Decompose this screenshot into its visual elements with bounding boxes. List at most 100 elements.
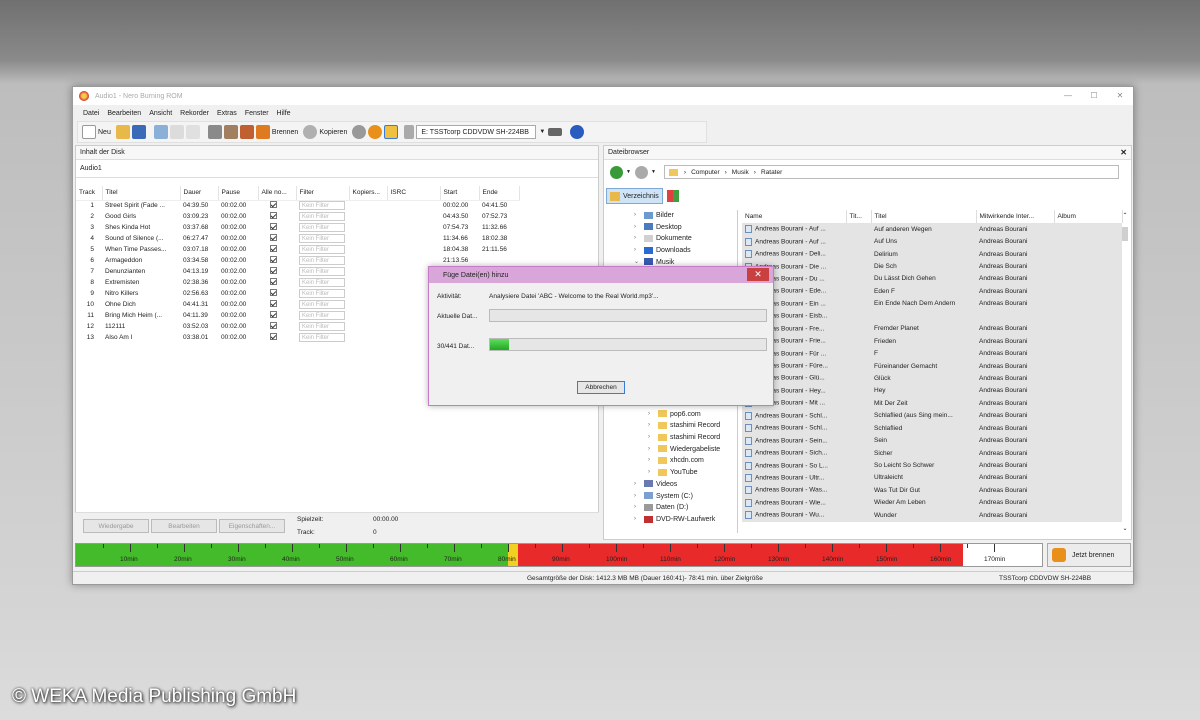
file-row[interactable]: Andreas Bourani - Sich... Sicher Andreas B… xyxy=(742,446,1122,460)
filter-input[interactable]: Kein Filter xyxy=(299,201,345,211)
file-row[interactable]: Andreas Bourani - Sein... Sein Andreas Bou… xyxy=(742,434,1122,447)
burn-button[interactable]: Brennen xyxy=(255,123,300,141)
chevron-down-icon[interactable]: ▼ xyxy=(539,129,545,135)
track-row[interactable]: 1 Street Spirit (Fade ... 04:39.50 00:02.00… xyxy=(76,200,519,211)
collapsed-icon[interactable]: › xyxy=(648,409,650,421)
collapsed-icon[interactable]: › xyxy=(648,467,650,479)
file-row[interactable]: Andreas Bourani - Deli... Delirium Andreas… xyxy=(742,247,1122,261)
checkbox[interactable] xyxy=(270,223,277,230)
checkbox[interactable] xyxy=(270,289,277,296)
file-row[interactable]: Andreas Bourani - Ultr... Ultraleicht Andr… xyxy=(742,471,1122,485)
tree-item[interactable]: › xhcdn.com xyxy=(606,455,737,467)
info-icon[interactable] xyxy=(570,125,585,139)
checkbox[interactable] xyxy=(270,278,277,285)
tree-item[interactable]: › Daten (D:) xyxy=(606,502,737,514)
checkbox[interactable] xyxy=(270,311,277,318)
menu-ansicht[interactable]: Ansicht xyxy=(149,107,172,121)
filter-input[interactable]: Kein Filter xyxy=(299,212,345,221)
open-icon[interactable] xyxy=(115,125,130,139)
minimize-icon[interactable]: — xyxy=(1055,87,1081,103)
close-icon[interactable]: ✕ xyxy=(1107,87,1133,103)
checkbox[interactable] xyxy=(270,267,277,274)
path-field[interactable]: › Computer › Musik › Ratater xyxy=(663,165,1119,179)
file-row[interactable]: Andreas Bourani - Mit ... Mit Der Zeit And… xyxy=(742,397,1122,410)
file-row[interactable]: Andreas Bourani - Du ... Du Lässt Dich Ge… xyxy=(742,272,1122,286)
collapsed-icon[interactable]: › xyxy=(634,245,636,257)
dialog-close-icon[interactable]: ✕ xyxy=(747,268,769,281)
file-list-scrollbar[interactable]: ⌃ ⌄ xyxy=(1121,212,1129,532)
filter-input[interactable]: Kein Filter xyxy=(299,278,345,287)
tree-item[interactable]: › Wiedergabeliste xyxy=(606,444,737,456)
drive-settings-icon[interactable] xyxy=(548,128,563,136)
tree-item[interactable]: › System (C:) xyxy=(606,491,737,503)
col-title[interactable]: Titel xyxy=(102,186,181,201)
file-row[interactable]: Andreas Bourani - Ein ... Ein Ende Nach D… xyxy=(742,297,1122,311)
col-end[interactable]: Ende xyxy=(479,186,520,201)
track-row[interactable]: 6 Armageddon 03:34.58 00:02.00 Kein Filter 21… xyxy=(76,255,519,266)
file-row[interactable]: Andreas Bourani - Fre... Fremder Planet An… xyxy=(742,322,1122,335)
dropdown-icon[interactable]: ▼ xyxy=(626,169,631,175)
disc-info-icon[interactable] xyxy=(352,125,367,139)
crumb-folder[interactable]: Ratater xyxy=(761,169,782,176)
tree-item[interactable]: › Bilder xyxy=(606,210,737,222)
menu-extras[interactable]: Extras xyxy=(217,107,237,121)
collapsed-icon[interactable]: › xyxy=(634,514,636,526)
file-row[interactable]: Andreas Bourani - Wie... Wieder Am Leben A… xyxy=(742,496,1122,510)
filter-input[interactable]: Kein Filter xyxy=(299,322,345,331)
col-song-title[interactable]: Titel xyxy=(871,210,977,223)
menu-datei[interactable]: Datei xyxy=(83,107,99,121)
collapsed-icon[interactable]: › xyxy=(648,432,650,444)
filter-input[interactable]: Kein Filter xyxy=(299,333,345,342)
track-row[interactable]: 3 Shes Kinda Hot 03:37.68 00:02.00 Kein Filt… xyxy=(76,222,519,233)
save-icon[interactable] xyxy=(131,125,146,139)
checkbox[interactable] xyxy=(270,245,277,252)
file-row[interactable]: Andreas Bourani - So L... So Leicht So Sc… xyxy=(742,459,1122,472)
file-row[interactable]: Andreas Bourani - Schl... Schlaflied (aus… xyxy=(742,409,1122,422)
file-row[interactable]: Andreas Bourani - Wu... Wunder Andreas Bou… xyxy=(742,509,1122,522)
filter-input[interactable]: Kein Filter xyxy=(299,223,345,232)
back-icon[interactable] xyxy=(610,165,623,179)
file-row[interactable]: Andreas Bourani - Frie... Frieden Andreas … xyxy=(742,334,1122,348)
directory-view-button[interactable]: Verzeichnis xyxy=(606,188,663,204)
collapsed-icon[interactable]: › xyxy=(634,233,636,245)
filter-input[interactable]: Kein Filter xyxy=(299,300,345,309)
forward-icon[interactable] xyxy=(634,165,648,179)
tools-icon[interactable] xyxy=(239,125,254,139)
eject-icon[interactable] xyxy=(368,125,383,139)
compilation-tab[interactable]: Audio1 xyxy=(76,160,598,178)
tree-item[interactable]: › Dokumente xyxy=(606,233,737,245)
col-artist[interactable]: Mitwirkende Inter... xyxy=(976,210,1055,223)
copy-disc-button[interactable]: Kopieren xyxy=(303,123,349,141)
tree-item[interactable]: › stashimi Record xyxy=(606,420,737,432)
collapsed-icon[interactable]: › xyxy=(648,455,650,467)
scroll-thumb[interactable] xyxy=(1122,227,1128,241)
burn-now-button[interactable]: Jetzt brennen xyxy=(1047,543,1131,567)
col-duration[interactable]: Dauer xyxy=(180,186,219,201)
play-button[interactable]: Wiedergabe xyxy=(83,519,149,533)
properties-button[interactable]: Eigenschaften... xyxy=(219,519,285,533)
menu-bearbeiten[interactable]: Bearbeiten xyxy=(107,107,141,121)
dropdown-icon-2[interactable]: ▼ xyxy=(651,169,656,175)
file-row[interactable]: Andreas Bourani - Auf ... Auf anderen Weg… xyxy=(742,223,1122,236)
file-row[interactable]: Andreas Bourani - Füre... Füreinander Gem… xyxy=(742,359,1122,373)
col-name[interactable]: Name xyxy=(742,210,847,223)
track-row[interactable]: 5 When Time Passes... 03:07.18 00:02.00 Kein… xyxy=(76,244,519,255)
checkbox[interactable] xyxy=(270,212,277,219)
checkbox[interactable] xyxy=(270,234,277,241)
col-isrc[interactable]: ISRC xyxy=(387,186,441,201)
filter-input[interactable]: Kein Filter xyxy=(299,311,345,320)
tree-item[interactable]: › YouTube xyxy=(606,467,737,479)
tree-item[interactable]: › DVD-RW-Laufwerk xyxy=(606,514,737,526)
col-start[interactable]: Start xyxy=(440,186,480,201)
col-track[interactable]: Track xyxy=(76,186,103,201)
tree-item[interactable]: › Downloads xyxy=(606,245,737,257)
collapsed-icon[interactable]: › xyxy=(634,479,636,491)
new-button[interactable]: Neu xyxy=(82,123,113,141)
crumb-musik[interactable]: Musik xyxy=(732,169,749,176)
checkbox[interactable] xyxy=(270,300,277,307)
checkbox[interactable] xyxy=(270,322,277,329)
file-row[interactable]: Andreas Bourani - Auf ... Auf Uns Andreas … xyxy=(742,235,1122,248)
filter-input[interactable]: Kein Filter xyxy=(299,245,345,254)
tree-item[interactable]: › Desktop xyxy=(606,222,737,234)
file-row[interactable]: Andreas Bourani - Schl... Schlaflied Andre… xyxy=(742,422,1122,435)
